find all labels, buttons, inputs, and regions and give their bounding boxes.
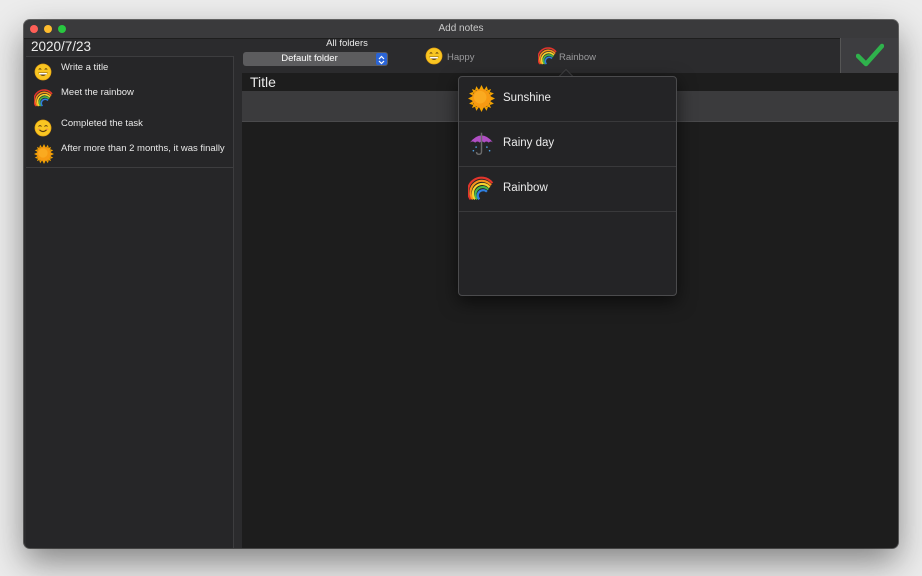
chevron-updown-icon [376, 53, 387, 65]
folder-select-value: Default folder [281, 53, 338, 64]
umbrella-icon [468, 130, 495, 157]
note-title: After more than 2 months, it was finally [61, 143, 225, 154]
sun-icon [34, 144, 54, 164]
title-label: Title [250, 74, 276, 90]
weather-picker-button[interactable]: Rainbow [538, 47, 618, 65]
weather-option-label: Rainy day [503, 137, 555, 149]
rainbow-icon [538, 46, 558, 66]
grinning-face-icon [34, 63, 52, 81]
note-list-item[interactable]: Meet the rainbow [26, 83, 233, 111]
folder-select[interactable]: Default folder [243, 52, 388, 66]
weather-label: Rainbow [559, 52, 596, 63]
weather-option-sunshine[interactable]: Sunshine [459, 77, 676, 122]
grinning-face-icon [425, 47, 443, 65]
save-button[interactable] [840, 38, 898, 73]
note-title: Meet the rainbow [61, 87, 134, 98]
weather-menu-popover: Sunshine Rainy day Rainbow [458, 76, 677, 296]
note-list-item[interactable]: After more than 2 months, it was finally [26, 139, 233, 167]
window-title: Add notes [438, 23, 484, 34]
folder-label: All folders [326, 38, 368, 49]
notes-sidebar: Write a title Meet the rainbow Completed… [26, 56, 234, 548]
sidebar-divider [26, 167, 233, 168]
title-bar: Add notes [24, 20, 898, 39]
mood-picker-button[interactable]: Happy [425, 47, 495, 65]
smiling-face-icon [34, 119, 52, 137]
mood-label: Happy [447, 52, 475, 63]
weather-option-label: Rainbow [503, 182, 548, 194]
checkmark-icon [856, 43, 884, 67]
note-title: Completed the task [61, 118, 143, 129]
note-date: 2020/7/23 [31, 39, 92, 54]
note-list-item[interactable]: Completed the task [26, 114, 233, 142]
weather-option-rainbow[interactable]: Rainbow [459, 167, 676, 212]
weather-option-rainy-day[interactable]: Rainy day [459, 122, 676, 167]
rainbow-icon [34, 88, 54, 108]
rainbow-icon [468, 175, 495, 202]
sun-icon [468, 85, 495, 112]
note-list-item[interactable]: Write a title [26, 58, 233, 86]
note-title: Write a title [61, 62, 109, 73]
weather-option-label: Sunshine [503, 92, 551, 104]
